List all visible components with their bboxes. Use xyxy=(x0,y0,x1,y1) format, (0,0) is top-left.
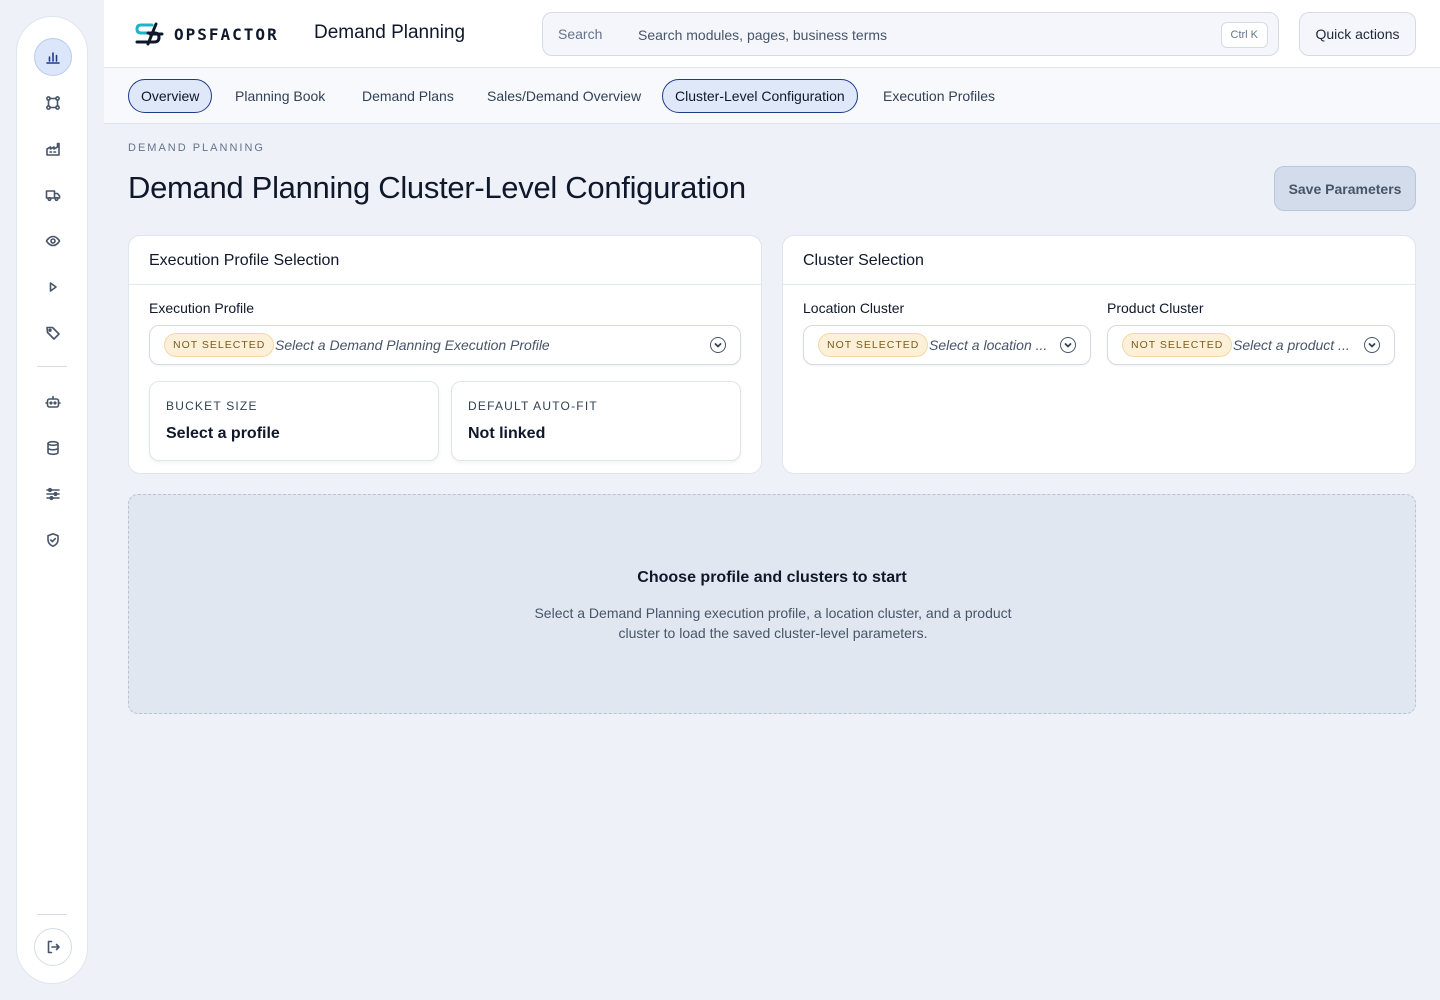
product-cluster-label: Product Cluster xyxy=(1107,300,1204,316)
tab-cluster-level-configuration[interactable]: Cluster-Level Configuration xyxy=(662,79,858,113)
brand-logo[interactable]: OPSFACTOR xyxy=(134,20,279,48)
rail-item-execution[interactable] xyxy=(34,268,72,306)
stat-label: BUCKET SIZE xyxy=(166,399,258,413)
opsfactor-logo-icon xyxy=(135,22,164,46)
side-rail xyxy=(16,16,88,984)
shield-check-icon xyxy=(47,533,59,547)
rail-item-settings[interactable] xyxy=(34,475,72,513)
execution-profile-select[interactable]: NOT SELECTED Select a Demand Planning Ex… xyxy=(149,325,741,365)
product-cluster-select[interactable]: NOT SELECTED Select a product ... xyxy=(1107,325,1395,365)
select-placeholder: Select a product ... xyxy=(1233,337,1350,353)
robot-icon xyxy=(45,395,61,408)
chevron-down-icon xyxy=(710,337,726,353)
breadcrumb: DEMAND PLANNING xyxy=(128,142,265,154)
execution-profile-card: Execution Profile Selection Execution Pr… xyxy=(128,235,762,474)
status-badge: NOT SELECTED xyxy=(818,333,929,357)
stat-value: Not linked xyxy=(468,425,546,442)
stat-value: Select a profile xyxy=(166,425,280,442)
status-badge: NOT SELECTED xyxy=(1122,333,1233,357)
factory-icon xyxy=(46,142,60,156)
truck-icon xyxy=(45,190,61,202)
eye-icon xyxy=(45,235,61,247)
search-label: Search xyxy=(558,26,603,42)
execution-profile-label: Execution Profile xyxy=(149,300,255,316)
bucket-size-stat: BUCKET SIZE Select a profile xyxy=(149,381,439,461)
default-auto-fit-stat: DEFAULT AUTO-FIT Not linked xyxy=(451,381,741,461)
tab-overview[interactable]: Overview xyxy=(128,79,213,113)
rail-item-factory[interactable] xyxy=(34,130,72,168)
empty-state-description: Select a Demand Planning execution profi… xyxy=(534,605,1012,641)
cluster-selection-card: Cluster Selection Location Cluster NOT S… xyxy=(782,235,1416,474)
page-title: Demand Planning Cluster-Level Configurat… xyxy=(128,170,746,205)
rail-item-automation[interactable] xyxy=(34,383,72,421)
tab-planning-book[interactable]: Planning Book xyxy=(222,79,338,113)
search-shortcut-hint: Ctrl K xyxy=(1220,22,1268,48)
rail-item-security[interactable] xyxy=(34,521,72,559)
logout-icon xyxy=(47,940,60,954)
tag-icon xyxy=(46,326,60,340)
global-search[interactable]: Search Ctrl K xyxy=(542,12,1279,56)
empty-state-title: Choose profile and clusters to start xyxy=(637,569,907,586)
select-placeholder: Select a location ... xyxy=(929,337,1048,353)
chevron-down-icon xyxy=(1364,337,1380,353)
location-cluster-label: Location Cluster xyxy=(803,300,905,316)
search-input[interactable] xyxy=(638,23,1198,47)
rail-item-data[interactable] xyxy=(34,429,72,467)
tab-sales-demand-overview[interactable]: Sales/Demand Overview xyxy=(474,79,654,113)
sliders-icon xyxy=(46,487,60,501)
card-title: Execution Profile Selection xyxy=(129,236,761,285)
chevron-down-icon xyxy=(1060,337,1076,353)
network-icon xyxy=(46,96,60,110)
rail-item-pricing[interactable] xyxy=(34,314,72,352)
rail-item-visibility[interactable] xyxy=(34,222,72,260)
tab-execution-profiles[interactable]: Execution Profiles xyxy=(870,79,1008,113)
app-title: Demand Planning xyxy=(314,22,466,43)
status-badge: NOT SELECTED xyxy=(164,333,275,357)
rail-item-network[interactable] xyxy=(34,84,72,122)
play-icon xyxy=(49,282,57,292)
bar-chart-icon xyxy=(46,52,60,64)
logout-button[interactable] xyxy=(34,928,72,966)
card-title: Cluster Selection xyxy=(783,236,1415,285)
rail-item-logistics[interactable] xyxy=(34,176,72,214)
top-bar: OPSFACTOR Demand Planning Search Ctrl K … xyxy=(104,0,1440,68)
tab-demand-plans[interactable]: Demand Plans xyxy=(349,79,467,113)
rail-divider xyxy=(37,366,67,367)
database-icon xyxy=(47,440,59,456)
save-parameters-button[interactable]: Save Parameters xyxy=(1274,166,1416,211)
select-placeholder: Select a Demand Planning Execution Profi… xyxy=(275,337,550,353)
rail-divider-bottom xyxy=(37,914,67,915)
rail-item-analytics[interactable] xyxy=(34,38,72,76)
brand-name: OPSFACTOR xyxy=(174,24,279,44)
empty-state-panel: Choose profile and clusters to start Sel… xyxy=(128,494,1416,714)
location-cluster-select[interactable]: NOT SELECTED Select a location ... xyxy=(803,325,1091,365)
module-tabs: Overview Planning Book Demand Plans Sale… xyxy=(104,68,1440,124)
quick-actions-button[interactable]: Quick actions xyxy=(1299,12,1416,56)
stat-label: DEFAULT AUTO-FIT xyxy=(468,399,598,413)
